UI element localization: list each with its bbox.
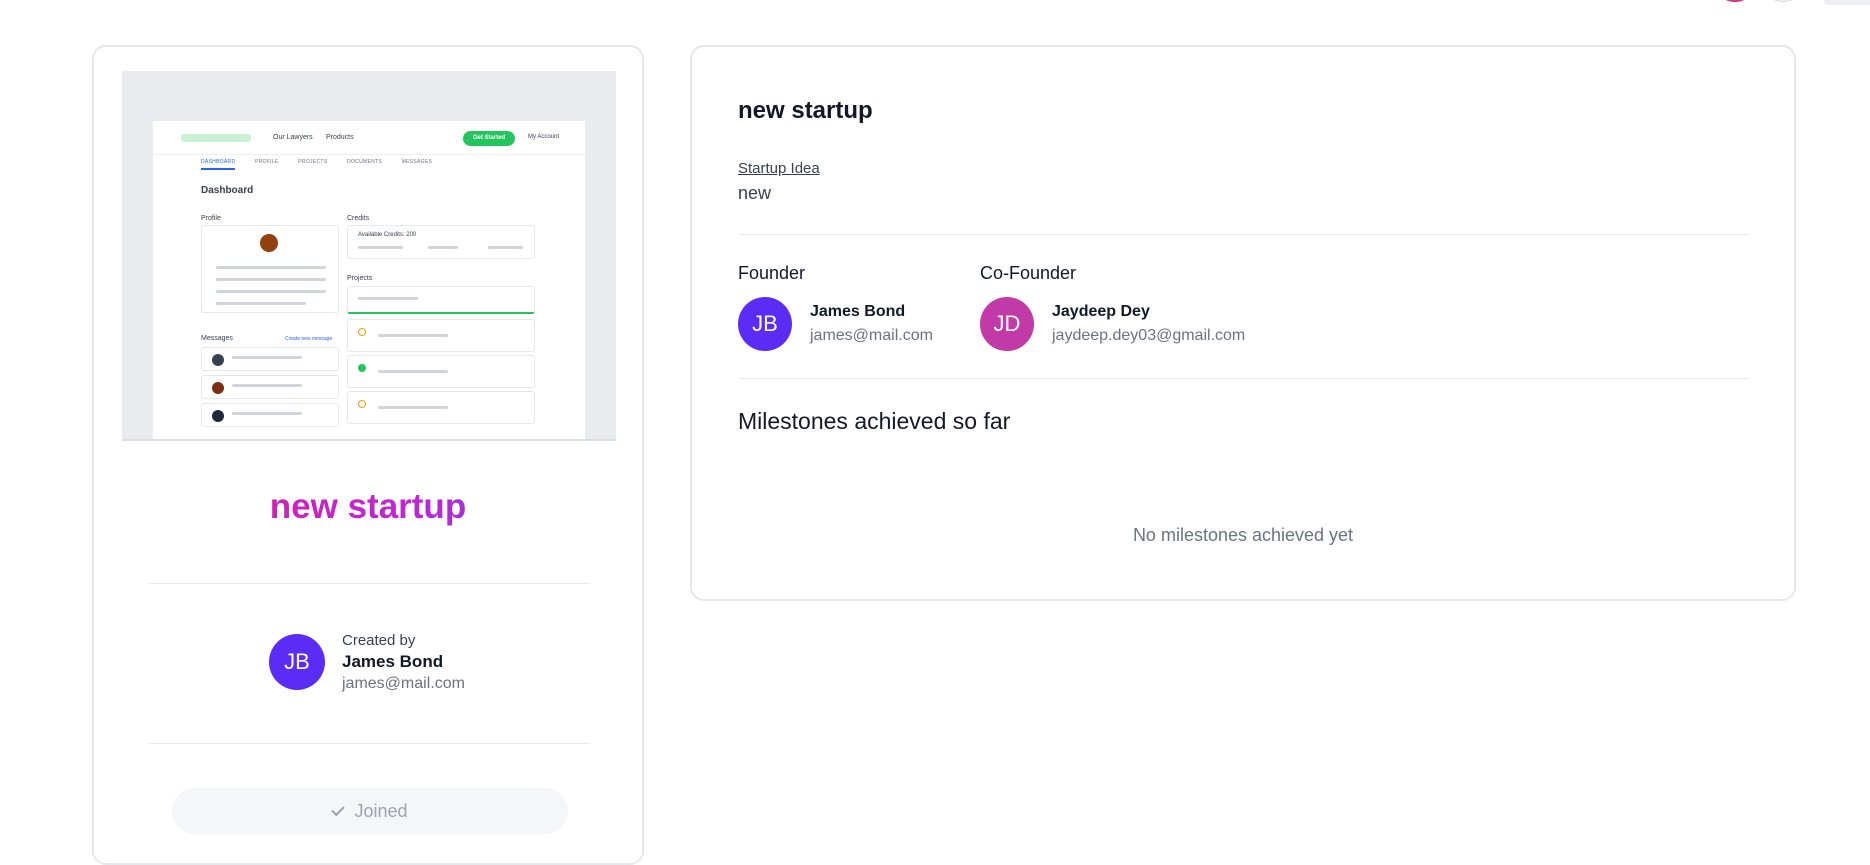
preview-tab: DOCUMENTS bbox=[347, 159, 382, 165]
creator-avatar: JB bbox=[269, 634, 325, 690]
preview-cta: Get Started bbox=[463, 131, 515, 146]
preview-profile-avatar bbox=[260, 234, 278, 252]
divider bbox=[149, 583, 589, 584]
preview-credits-label: Credits bbox=[347, 215, 370, 222]
preview-heading: Dashboard bbox=[201, 185, 254, 196]
preview-nav-link: Products bbox=[326, 134, 354, 141]
divider bbox=[738, 234, 1750, 235]
founder-name: James Bond bbox=[810, 303, 906, 320]
preview-project-item bbox=[347, 319, 535, 352]
preview-mock-dashboard: Our Lawyers Products Get Started My Acco… bbox=[153, 121, 585, 439]
preview-credits-box: Available Credits: 200 bbox=[347, 225, 535, 259]
startup-preview-image: Our Lawyers Products Get Started My Acco… bbox=[122, 71, 616, 441]
joined-button[interactable]: Joined bbox=[172, 788, 568, 834]
startup-idea-label: Startup Idea bbox=[738, 160, 820, 177]
preview-available-credits: Available Credits: 200 bbox=[358, 232, 417, 238]
cofounder-avatar: JD bbox=[980, 297, 1034, 351]
created-by-label: Created by bbox=[342, 632, 416, 649]
header-avatar[interactable] bbox=[1722, 0, 1748, 2]
cofounder-label: Co-Founder bbox=[980, 263, 1077, 283]
preview-tab: DASHBOARD bbox=[201, 159, 236, 170]
startup-card-title: new startup bbox=[94, 487, 642, 527]
preview-projects-label: Projects bbox=[347, 275, 373, 282]
preview-tab: PROFILE bbox=[255, 159, 279, 165]
preview-logo bbox=[181, 134, 251, 142]
divider bbox=[738, 378, 1750, 379]
creator-name: James Bond bbox=[342, 652, 444, 671]
preview-profile-label: Profile bbox=[201, 215, 221, 222]
preview-project-item bbox=[347, 355, 535, 388]
preview-nav: Our Lawyers Products Get Started My Acco… bbox=[153, 121, 585, 155]
cofounder-email: jaydeep.dey03@gmail.com bbox=[1052, 327, 1246, 344]
preview-project-progress bbox=[347, 286, 535, 314]
header-menu-button[interactable] bbox=[1824, 0, 1870, 5]
startup-idea-value: new bbox=[738, 183, 772, 203]
founder-label: Founder bbox=[738, 263, 806, 283]
check-icon bbox=[331, 802, 346, 817]
founder-email: james@mail.com bbox=[810, 327, 933, 344]
creator-email: james@mail.com bbox=[342, 675, 465, 692]
preview-account: My Account bbox=[528, 134, 560, 140]
founder-avatar: JB bbox=[738, 297, 792, 351]
joined-button-label: Joined bbox=[354, 801, 408, 821]
startup-title: new startup bbox=[738, 97, 873, 124]
preview-profile-box bbox=[201, 225, 339, 313]
cofounder-name: Jaydeep Dey bbox=[1052, 303, 1150, 320]
preview-tab: PROJECTS bbox=[298, 159, 328, 165]
milestones-empty-text: No milestones achieved yet bbox=[1132, 525, 1354, 545]
startup-card: Our Lawyers Products Get Started My Acco… bbox=[92, 45, 644, 865]
preview-message-item bbox=[201, 347, 339, 371]
divider bbox=[149, 743, 589, 744]
header-icon[interactable] bbox=[1770, 0, 1796, 2]
preview-messages-label: Messages bbox=[201, 335, 233, 342]
preview-tab: MESSAGES bbox=[401, 159, 433, 165]
preview-tabs: DASHBOARD PROFILE PROJECTS DOCUMENTS MES… bbox=[201, 159, 450, 170]
preview-project-item bbox=[347, 391, 535, 424]
preview-nav-link: Our Lawyers bbox=[273, 134, 313, 141]
preview-message-item bbox=[201, 403, 339, 427]
preview-create-message: Create new message bbox=[285, 336, 333, 342]
preview-message-item bbox=[201, 375, 339, 399]
milestones-title: Milestones achieved so far bbox=[738, 408, 1011, 434]
startup-details-card: new startup Startup Idea new Founder JB … bbox=[690, 45, 1796, 601]
